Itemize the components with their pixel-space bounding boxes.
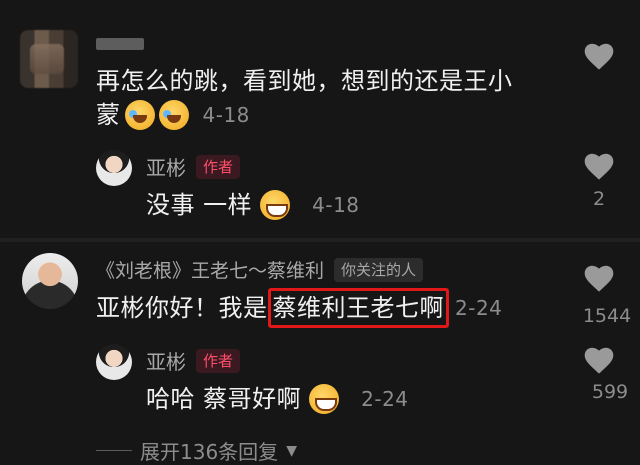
comment-text-line2-row: 蒙 4-18 xyxy=(96,98,250,132)
like-heart-icon[interactable] xyxy=(582,345,616,375)
expand-line xyxy=(96,450,132,451)
author-badge: 作者 xyxy=(196,154,241,179)
laugh-cry-emoji-icon xyxy=(124,100,155,130)
expand-replies[interactable]: 展开136条回复 ▼ xyxy=(96,436,297,465)
comment2-date: 2-24 xyxy=(455,296,503,320)
reply-author-name[interactable]: 亚彬 xyxy=(146,152,186,181)
comment2-header: 《刘老根》王老七～蔡维利 你关注的人 xyxy=(96,256,424,283)
like-count: 599 xyxy=(591,381,629,403)
comment2-text-row: 亚彬你好！我是 蔡维利王老七啊 2-24 xyxy=(96,288,502,328)
like-count: 1544 xyxy=(582,305,632,327)
chevron-down-icon[interactable]: ▼ xyxy=(286,443,297,459)
avatar-blurred[interactable] xyxy=(20,30,78,88)
reply-text: 没事 一样 xyxy=(146,191,253,219)
reply-date: 4-18 xyxy=(312,193,360,217)
commenter-avatar[interactable] xyxy=(22,253,78,309)
author-badge: 作者 xyxy=(196,348,241,373)
like-heart-icon[interactable] xyxy=(582,151,616,181)
reply2-text-row: 哈哈 蔡哥好啊 2-24 xyxy=(146,382,409,416)
commenter-name[interactable]: 《刘老根》王老七～蔡维利 xyxy=(96,256,324,283)
following-badge: 你关注的人 xyxy=(334,257,424,282)
author-avatar[interactable] xyxy=(96,344,132,380)
reply2-date: 2-24 xyxy=(361,387,409,411)
divider xyxy=(0,238,640,242)
author-avatar[interactable] xyxy=(96,150,132,186)
username-blurred[interactable] xyxy=(96,38,144,50)
comment2-text: 亚彬你好！我是 xyxy=(96,294,268,322)
grin-emoji-icon xyxy=(309,384,340,414)
reply-header: 亚彬 作者 xyxy=(146,152,241,181)
like-heart-icon[interactable] xyxy=(582,41,616,71)
reply2-author-name[interactable]: 亚彬 xyxy=(146,346,186,375)
comment-text-line2: 蒙 xyxy=(96,101,121,129)
like-count: 2 xyxy=(592,188,606,210)
comment-date: 4-18 xyxy=(202,103,250,127)
expand-replies-label[interactable]: 展开136条回复 xyxy=(140,436,278,465)
like-heart-icon[interactable] xyxy=(582,263,616,293)
comment-text-line1: 再怎么的跳，看到她，想到的还是王小 xyxy=(96,67,513,95)
reply2-header: 亚彬 作者 xyxy=(146,346,241,375)
comment-text: 再怎么的跳，看到她，想到的还是王小 xyxy=(96,64,513,98)
reply-text-row: 没事 一样 4-18 xyxy=(146,188,360,222)
highlighted-text: 蔡维利王老七啊 xyxy=(267,288,449,328)
laugh-cry-emoji-icon xyxy=(158,100,189,130)
grin-emoji-icon xyxy=(260,190,291,220)
reply2-text: 哈哈 蔡哥好啊 xyxy=(146,385,302,413)
